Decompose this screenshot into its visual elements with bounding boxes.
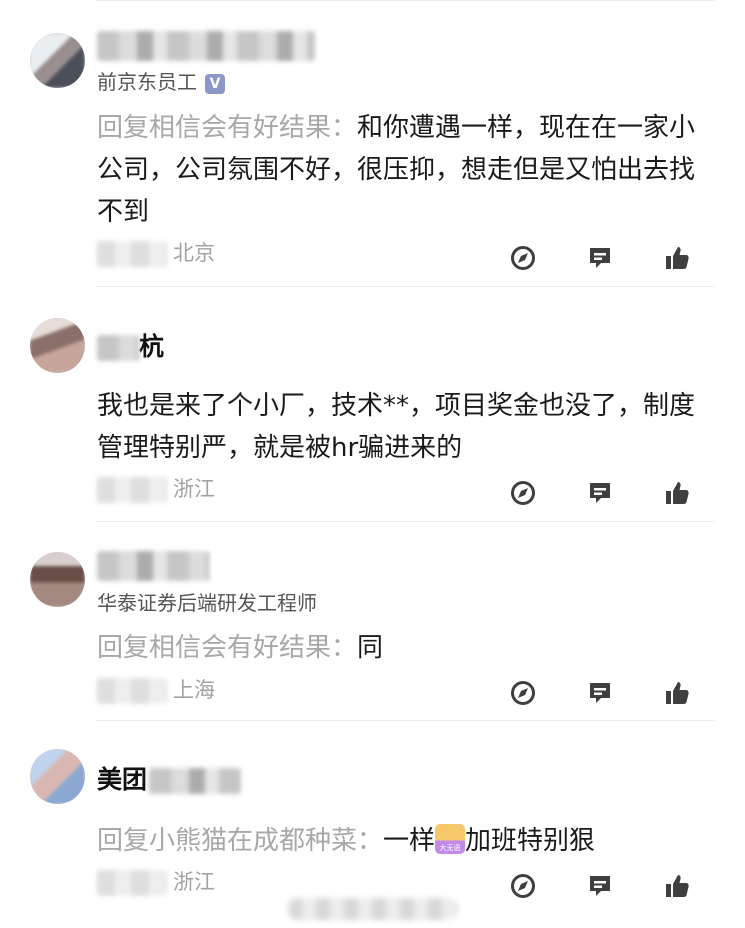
action-bar bbox=[484, 677, 715, 709]
location-text: 浙江 bbox=[173, 477, 215, 501]
comment-item: 前京东员工 V 回复相信会有好结果：和你遭遇一样，现在在一家小公司，公司氛围不好，… bbox=[0, 0, 745, 290]
user-title-text: 前京东员工 bbox=[97, 70, 197, 94]
redacted-name bbox=[97, 335, 139, 361]
location-text: 北京 bbox=[173, 241, 215, 265]
user-title: 华泰证券后端研发工程师 bbox=[97, 587, 317, 616]
avatar[interactable] bbox=[30, 749, 85, 804]
comment-text: 回复相信会有好结果：同 bbox=[97, 627, 707, 669]
avatar[interactable] bbox=[30, 33, 85, 88]
reply-prefix[interactable]: 回复相信会有好结果： bbox=[97, 633, 357, 663]
action-bar bbox=[484, 242, 715, 274]
comment-bubble-icon bbox=[589, 876, 610, 896]
reply-button[interactable] bbox=[484, 477, 561, 509]
action-bar bbox=[484, 870, 715, 902]
reply-button[interactable] bbox=[484, 677, 561, 709]
user-title-text: 华泰证券后端研发工程师 bbox=[97, 591, 317, 615]
user-name-visible: 杭 bbox=[139, 332, 165, 361]
redacted-time bbox=[97, 870, 167, 896]
comment-button[interactable] bbox=[561, 870, 638, 902]
compass-reply-icon bbox=[510, 874, 535, 898]
compass-reply-icon bbox=[510, 481, 535, 505]
thumbs-up-icon bbox=[665, 482, 689, 504]
like-button[interactable] bbox=[638, 242, 715, 274]
reply-button[interactable] bbox=[484, 242, 561, 274]
user-name[interactable]: 杭 bbox=[97, 327, 164, 363]
comment-text: 回复小熊猫在成都种菜：一样 大无语 加班特别狠 bbox=[97, 820, 707, 862]
comment-button[interactable] bbox=[561, 677, 638, 709]
comment-body: 我也是来了个小厂，技术**，项目奖金也没了，制度管理特别严，就是被hr骗进来的 bbox=[97, 391, 696, 463]
action-bar bbox=[484, 477, 715, 509]
location-row: 浙江 bbox=[97, 866, 215, 898]
location-text: 上海 bbox=[173, 678, 215, 702]
thumbs-up-icon bbox=[665, 875, 689, 897]
redacted-time bbox=[97, 241, 167, 267]
compass-reply-icon bbox=[510, 681, 535, 705]
reply-prefix[interactable]: 回复相信会有好结果： bbox=[97, 113, 357, 143]
user-title: 前京东员工 V bbox=[97, 66, 225, 95]
redacted-time bbox=[97, 678, 167, 704]
location-row: 浙江 bbox=[97, 473, 215, 505]
verified-badge-icon: V bbox=[205, 73, 225, 94]
user-name[interactable] bbox=[97, 30, 315, 61]
thumbs-up-icon bbox=[665, 247, 689, 269]
comment-button[interactable] bbox=[561, 242, 638, 274]
redacted-watermark bbox=[288, 898, 458, 920]
location-text: 浙江 bbox=[173, 870, 215, 894]
comment-body-end: 加班特别狠 bbox=[465, 826, 596, 856]
comment-bubble-icon bbox=[589, 248, 610, 268]
divider bbox=[97, 521, 715, 522]
user-name-visible: 美团 bbox=[97, 765, 148, 794]
comment-text: 我也是来了个小厂，技术**，项目奖金也没了，制度管理特别严，就是被hr骗进来的 bbox=[97, 385, 707, 469]
comment-body-start: 一样 bbox=[383, 826, 436, 856]
comment-body: 同 bbox=[357, 633, 384, 663]
user-name[interactable] bbox=[97, 550, 209, 581]
location-row: 北京 bbox=[97, 237, 215, 269]
avatar[interactable] bbox=[30, 318, 85, 373]
avatar[interactable] bbox=[30, 552, 85, 607]
divider bbox=[97, 286, 715, 287]
redacted-name bbox=[149, 768, 242, 794]
like-button[interactable] bbox=[638, 677, 715, 709]
compass-reply-icon bbox=[510, 246, 535, 270]
comment-button[interactable] bbox=[561, 477, 638, 509]
speechless-emoji-icon: 大无语 bbox=[435, 824, 466, 854]
user-name[interactable]: 美团 bbox=[97, 760, 242, 796]
divider bbox=[97, 720, 715, 721]
reply-prefix[interactable]: 回复小熊猫在成都种菜： bbox=[97, 826, 383, 856]
comment-bubble-icon bbox=[589, 683, 610, 703]
thumbs-up-icon bbox=[665, 682, 689, 704]
like-button[interactable] bbox=[638, 870, 715, 902]
comment-bubble-icon bbox=[589, 483, 610, 503]
location-row: 上海 bbox=[97, 674, 215, 706]
reply-button[interactable] bbox=[484, 870, 561, 902]
redacted-name bbox=[97, 551, 209, 581]
emoji-label: 大无语 bbox=[439, 844, 461, 852]
redacted-time bbox=[97, 477, 167, 503]
redacted-name bbox=[97, 31, 315, 61]
like-button[interactable] bbox=[638, 477, 715, 509]
comment-text: 回复相信会有好结果：和你遭遇一样，现在在一家小公司，公司氛围不好，很压抑，想走但… bbox=[97, 107, 707, 233]
